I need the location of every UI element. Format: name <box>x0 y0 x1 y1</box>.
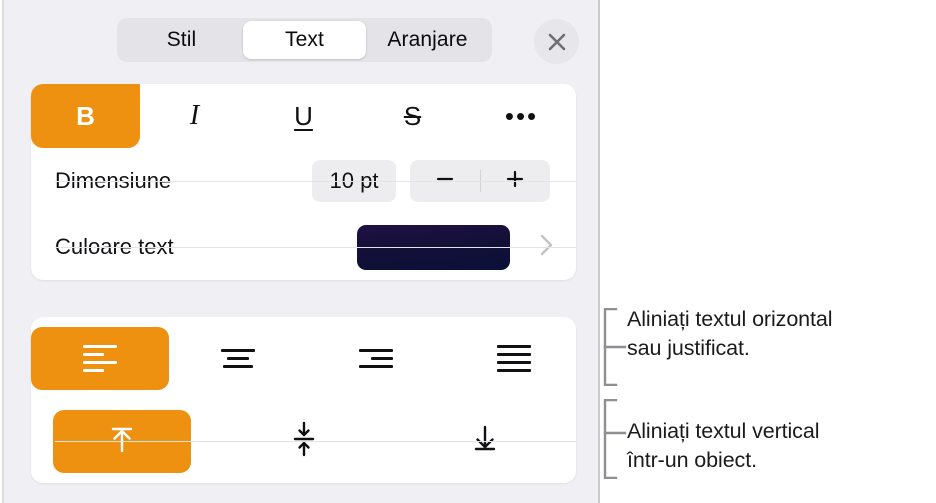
tab-aranjare[interactable]: Aranjare <box>366 21 489 59</box>
callout-bracket-horizontal <box>603 307 629 391</box>
more-options-button[interactable]: ••• <box>467 84 576 148</box>
align-center-button[interactable] <box>169 327 307 390</box>
align-right-icon <box>359 349 393 368</box>
font-style-row: B I U S ••• <box>31 84 576 148</box>
strikethrough-icon: S <box>403 100 422 131</box>
bold-button[interactable]: B <box>31 84 140 148</box>
ellipsis-icon: ••• <box>504 100 539 131</box>
underline-icon: U <box>294 100 313 131</box>
row-divider <box>55 180 576 182</box>
bold-icon: B <box>76 100 95 131</box>
callout-line-1: Aliniați textul orizontal <box>627 307 833 331</box>
format-popover-panel: Stil Text Aranjare B I U S ••• Dimensiun… <box>2 0 600 503</box>
vertical-align-row <box>31 400 576 483</box>
callout-horizontal-align: Aliniați textul orizontal sau justificat… <box>627 305 932 363</box>
callout-bracket-vertical <box>603 398 629 484</box>
font-size-row: Dimensiune 10 pt <box>31 148 576 214</box>
align-justify-button[interactable] <box>445 327 576 390</box>
close-button[interactable] <box>534 19 579 64</box>
underline-button[interactable]: U <box>249 84 358 148</box>
callout-line-2: într-un obiect. <box>627 448 757 472</box>
close-icon <box>545 30 569 54</box>
italic-icon: I <box>189 100 200 131</box>
align-center-icon <box>221 349 255 368</box>
text-format-card: B I U S ••• Dimensiune 10 pt Culoare tex… <box>31 84 576 280</box>
text-color-row[interactable]: Culoare text <box>31 214 576 280</box>
row-divider <box>55 246 576 248</box>
strikethrough-button[interactable]: S <box>358 84 467 148</box>
tab-stil[interactable]: Stil <box>120 21 243 59</box>
horizontal-align-row <box>31 317 576 400</box>
align-left-icon <box>83 345 117 372</box>
align-justify-icon <box>497 345 531 372</box>
align-right-cell <box>307 317 445 400</box>
segmented-control: Stil Text Aranjare <box>117 18 492 62</box>
italic-button[interactable]: I <box>140 84 249 148</box>
callout-line-1: Aliniați textul vertical <box>627 419 820 443</box>
align-justify-cell <box>445 317 576 400</box>
alignment-card <box>31 317 576 483</box>
align-left-button[interactable] <box>31 327 169 390</box>
callout-vertical-align: Aliniați textul vertical într-un obiect. <box>627 417 932 475</box>
align-left-cell <box>31 317 169 400</box>
align-right-button[interactable] <box>307 327 445 390</box>
tab-text[interactable]: Text <box>243 21 366 59</box>
row-divider <box>55 441 576 442</box>
align-center-cell <box>169 317 307 400</box>
callout-line-2: sau justificat. <box>627 336 750 360</box>
screenshot-root: Stil Text Aranjare B I U S ••• Dimensiun… <box>0 0 936 503</box>
format-tabbar: Stil Text Aranjare <box>117 18 492 62</box>
